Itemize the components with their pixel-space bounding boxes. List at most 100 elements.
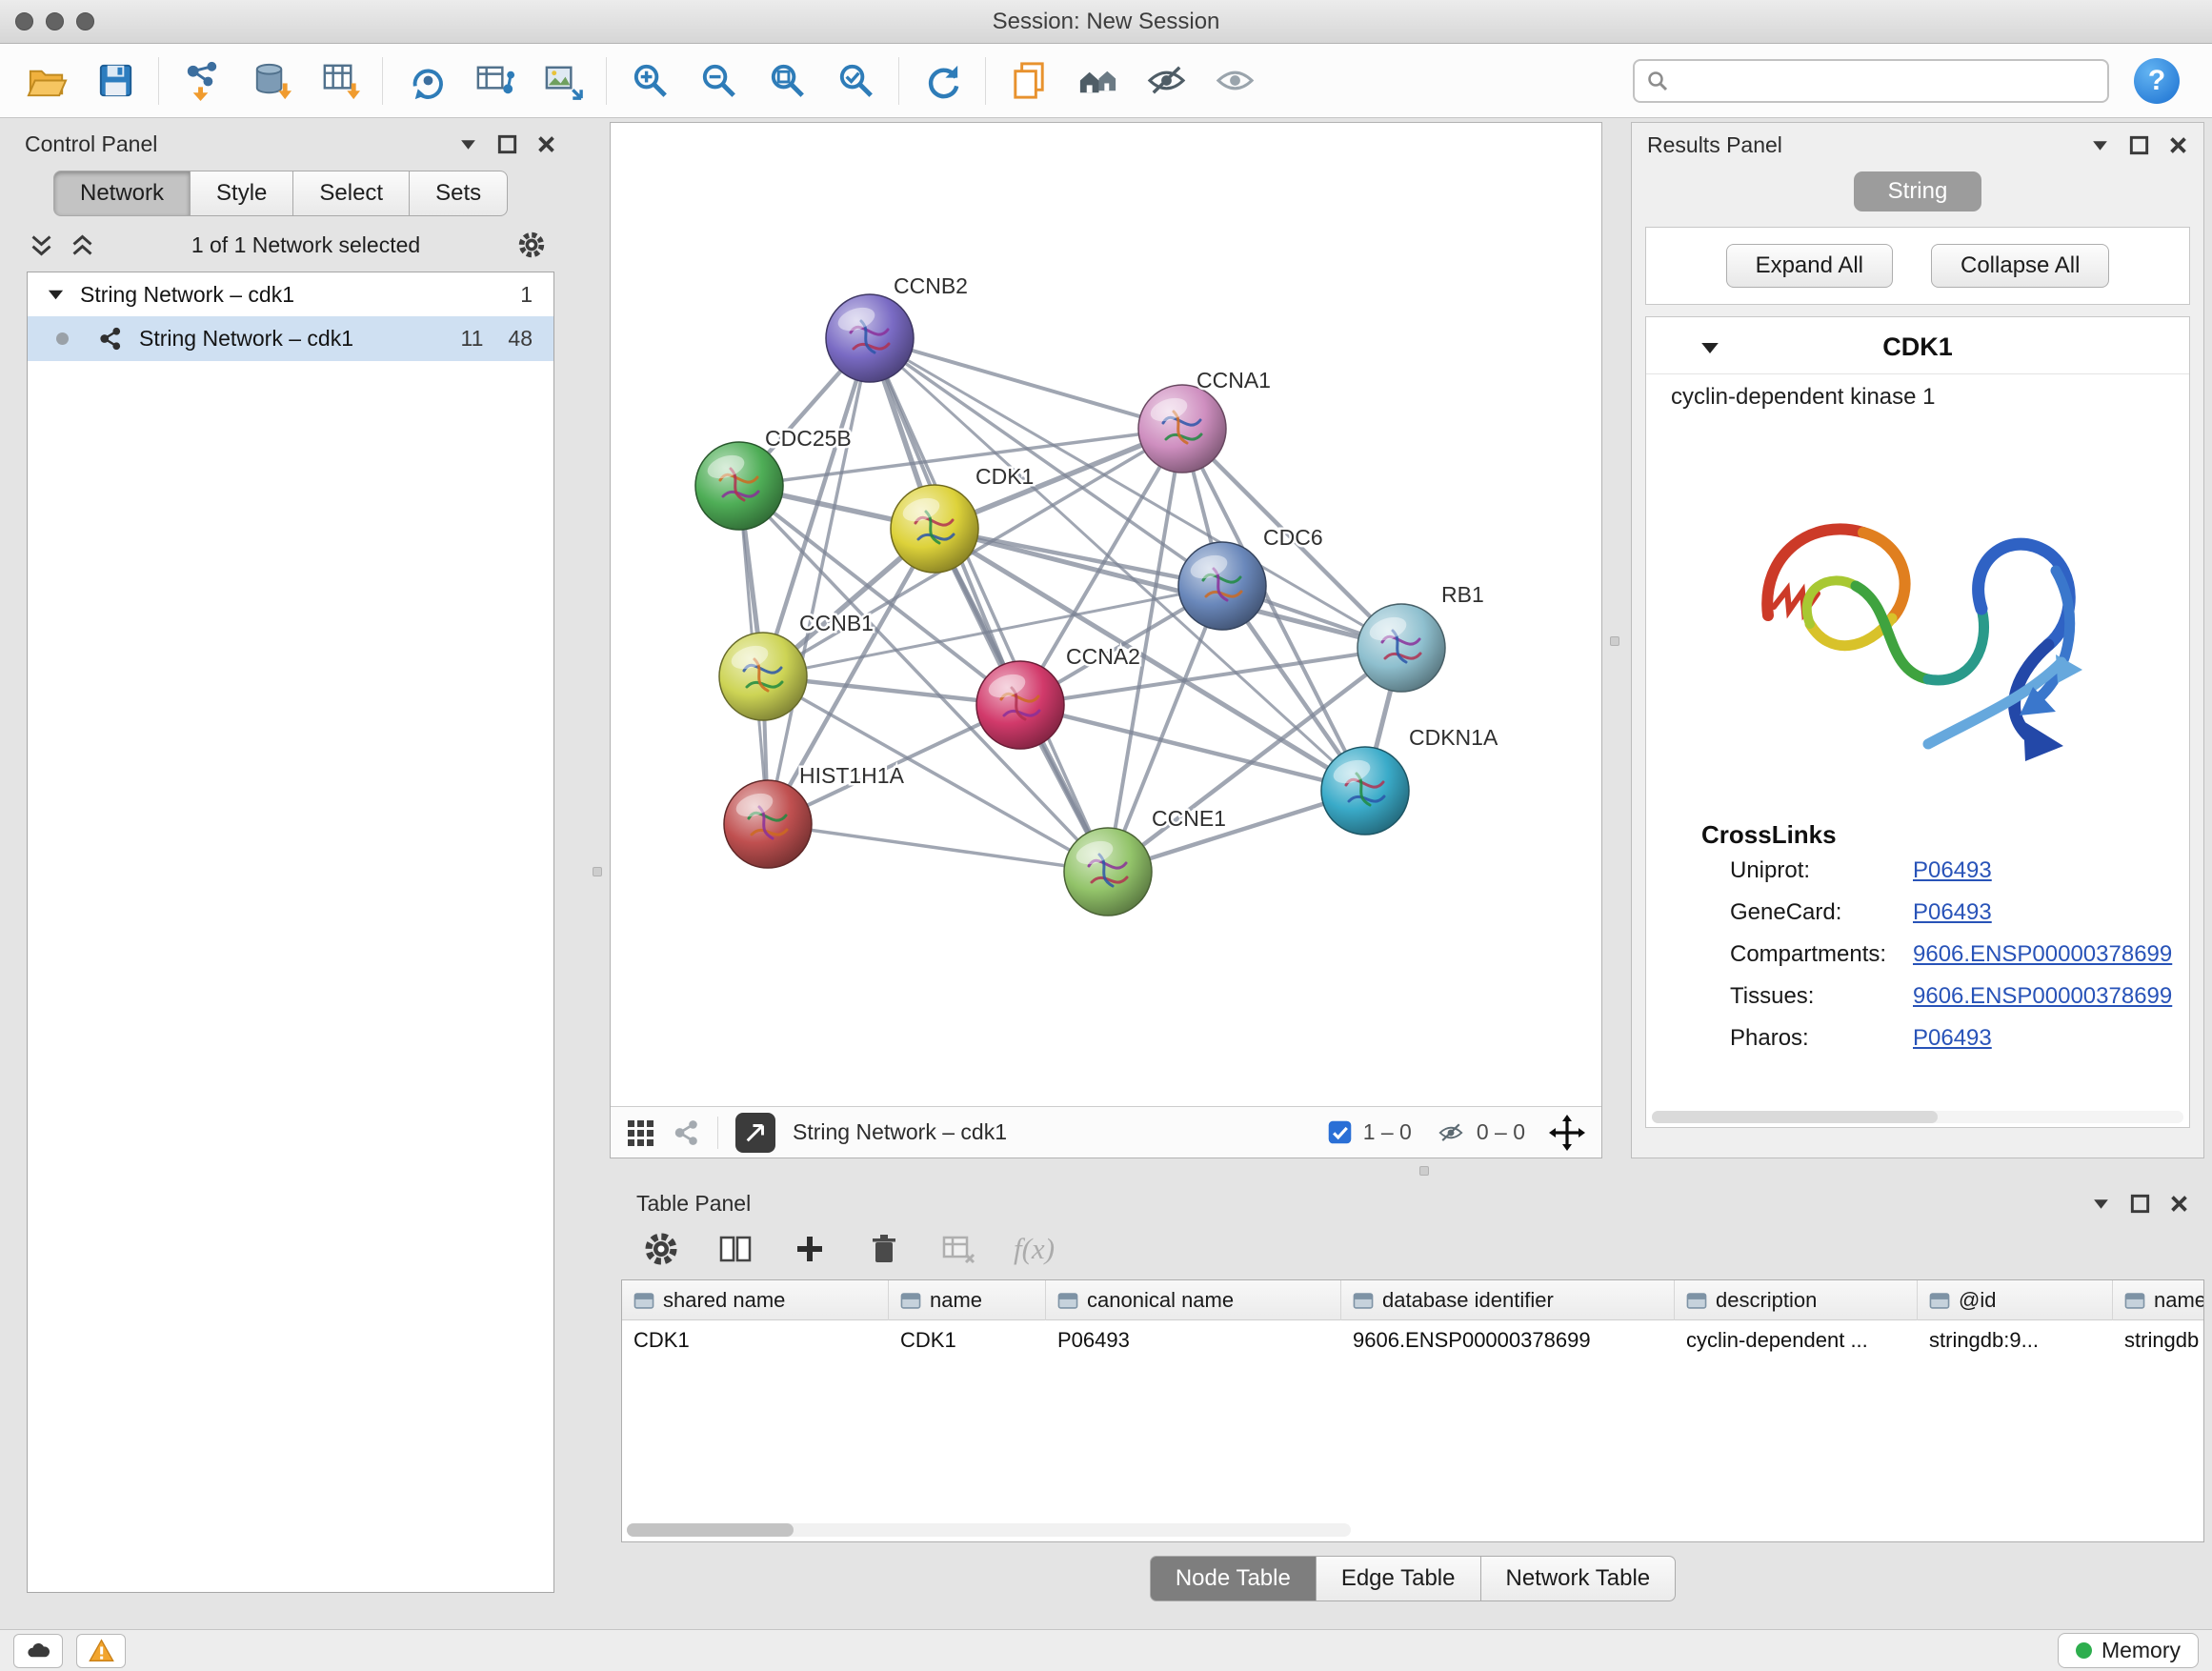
results-scrollbar[interactable] — [1652, 1111, 2183, 1123]
expand-all-button[interactable]: Expand All — [1726, 244, 1893, 288]
network-collection-row[interactable]: String Network – cdk1 1 — [28, 272, 553, 316]
new-network-button[interactable] — [398, 53, 453, 109]
search-box[interactable] — [1633, 59, 2109, 103]
close-window-button[interactable] — [15, 12, 33, 30]
close-panel-icon[interactable] — [536, 134, 556, 154]
column-header-canonical-name[interactable]: canonical name — [1046, 1280, 1341, 1320]
network-node-ccnb2[interactable]: CCNB2 — [826, 273, 968, 382]
column-header-description[interactable]: description — [1675, 1280, 1918, 1320]
expand-all-icon[interactable] — [70, 233, 95, 257]
table-cell[interactable]: stringdb — [2113, 1320, 2204, 1360]
table-cell[interactable]: P06493 — [1046, 1320, 1341, 1360]
table-cell[interactable]: CDK1 — [622, 1320, 889, 1360]
network-edge[interactable] — [768, 824, 1108, 872]
zoom-selected-button[interactable] — [828, 53, 883, 109]
table-cell[interactable]: cyclin-dependent ... — [1675, 1320, 1918, 1360]
tab-string[interactable]: String — [1854, 171, 1982, 211]
collapse-panel-icon[interactable] — [2090, 135, 2110, 155]
collapse-all-button[interactable]: Collapse All — [1931, 244, 2109, 288]
save-session-button[interactable] — [88, 53, 143, 109]
left-splitter-handle[interactable] — [593, 867, 602, 876]
column-header-name[interactable]: name — [889, 1280, 1046, 1320]
table-cell[interactable]: 9606.ENSP00000378699 — [1341, 1320, 1675, 1360]
column-header-namespace[interactable]: namespace — [2113, 1280, 2204, 1320]
zoom-out-button[interactable] — [691, 53, 746, 109]
column-header-database-identifier[interactable]: database identifier — [1341, 1280, 1675, 1320]
table-scrollbar[interactable] — [627, 1523, 1351, 1537]
add-column-icon[interactable] — [791, 1230, 829, 1268]
network-node-cdk1[interactable]: CDK1 — [891, 464, 1034, 573]
memory-button[interactable]: Memory — [2058, 1633, 2199, 1668]
crosslink-link[interactable]: P06493 — [1913, 1025, 1992, 1052]
close-panel-icon[interactable] — [2168, 135, 2188, 155]
bottom-splitter-handle[interactable] — [1419, 1166, 1429, 1176]
network-view-icon[interactable] — [672, 1118, 700, 1147]
triangle-down-icon[interactable] — [47, 288, 65, 302]
network-node-cdkn1a[interactable]: CDKN1A — [1321, 725, 1498, 835]
search-input[interactable] — [1677, 68, 2096, 94]
crosslink-link[interactable]: 9606.ENSP00000378699 — [1913, 941, 2172, 968]
function-builder-icon[interactable]: f(x) — [1014, 1232, 1055, 1266]
refresh-view-button[interactable] — [915, 53, 970, 109]
network-from-table-button[interactable] — [467, 53, 522, 109]
tab-edge-table[interactable]: Edge Table — [1317, 1556, 1481, 1601]
crosslink-link[interactable]: P06493 — [1913, 857, 1992, 884]
crosslink-link[interactable]: 9606.ENSP00000378699 — [1913, 983, 2172, 1010]
gear-icon[interactable] — [516, 230, 547, 260]
move-crosshair-icon[interactable] — [1548, 1114, 1586, 1152]
close-panel-icon[interactable] — [2169, 1194, 2189, 1214]
cloud-button[interactable] — [13, 1634, 63, 1668]
table-settings-gear-icon[interactable] — [642, 1230, 680, 1268]
delete-column-icon[interactable] — [865, 1230, 903, 1268]
import-table-button[interactable] — [312, 53, 367, 109]
network-node-rb1[interactable]: RB1 — [1357, 582, 1484, 692]
tab-select[interactable]: Select — [293, 171, 410, 216]
zoom-in-button[interactable] — [622, 53, 677, 109]
column-header--id[interactable]: @id — [1918, 1280, 2113, 1320]
network-row-selected[interactable]: String Network – cdk1 11 48 — [28, 316, 553, 361]
network-node-hist1h1a[interactable]: HIST1H1A — [724, 763, 905, 868]
collapse-all-icon[interactable] — [29, 233, 54, 257]
network-edge[interactable] — [768, 338, 870, 824]
import-network-database-button[interactable] — [243, 53, 298, 109]
grid-view-icon[interactable] — [626, 1118, 654, 1147]
table-cell[interactable]: CDK1 — [889, 1320, 1046, 1360]
network-node-ccne1[interactable]: CCNE1 — [1064, 806, 1226, 916]
hide-graphics-details-button[interactable] — [1138, 53, 1194, 109]
hidden-eye-slash-icon[interactable] — [1435, 1118, 1467, 1147]
table-row[interactable]: CDK1CDK1P064939606.ENSP00000378699cyclin… — [622, 1320, 2203, 1360]
selected-checkbox-icon[interactable] — [1326, 1118, 1354, 1146]
network-node-ccna1[interactable]: CCNA1 — [1138, 368, 1271, 473]
collapse-panel-icon[interactable] — [2091, 1194, 2111, 1214]
zoom-window-button[interactable] — [76, 12, 94, 30]
tab-network-table[interactable]: Network Table — [1481, 1556, 1677, 1601]
minimize-window-button[interactable] — [46, 12, 64, 30]
float-panel-icon[interactable] — [497, 134, 517, 154]
tab-node-table[interactable]: Node Table — [1150, 1556, 1317, 1601]
preferred-layout-button[interactable] — [1070, 53, 1125, 109]
column-header-shared-name[interactable]: shared name — [622, 1280, 889, 1320]
import-network-file-button[interactable] — [174, 53, 230, 109]
show-columns-icon[interactable] — [716, 1230, 754, 1268]
open-session-button[interactable] — [19, 53, 74, 109]
tab-network[interactable]: Network — [53, 171, 191, 216]
network-edge[interactable] — [870, 338, 1108, 872]
show-graphics-details-button[interactable] — [1207, 53, 1262, 109]
network-node-cdc25b[interactable]: CDC25B — [695, 426, 852, 530]
warnings-button[interactable] — [76, 1634, 126, 1668]
birds-eye-toggle-button[interactable] — [735, 1113, 775, 1153]
right-splitter-handle[interactable] — [1610, 636, 1619, 646]
help-button[interactable]: ? — [2134, 58, 2180, 104]
zoom-fit-button[interactable] — [759, 53, 814, 109]
float-panel-icon[interactable] — [2129, 135, 2149, 155]
network-canvas[interactable]: CCNB2CCNA1CDC25BCDK1CDC6RB1CCNB1CCNA2CDK… — [611, 123, 1601, 1106]
collapse-section-icon[interactable] — [1699, 340, 1720, 356]
clear-table-icon[interactable] — [939, 1230, 977, 1268]
collapse-panel-icon[interactable] — [458, 134, 478, 154]
tab-sets[interactable]: Sets — [410, 171, 508, 216]
network-node-ccnb1[interactable]: CCNB1 — [719, 611, 874, 720]
float-panel-icon[interactable] — [2130, 1194, 2150, 1214]
copy-button[interactable] — [1001, 53, 1056, 109]
crosslink-link[interactable]: P06493 — [1913, 899, 1992, 926]
table-cell[interactable]: stringdb:9... — [1918, 1320, 2113, 1360]
